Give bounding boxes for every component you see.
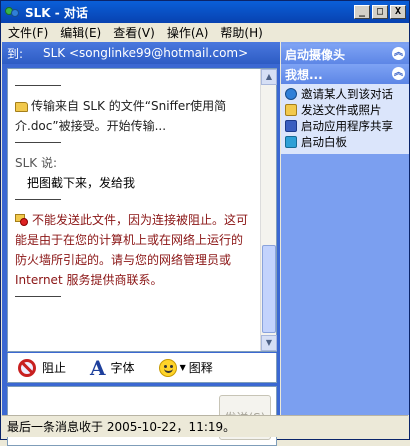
divider [15, 142, 61, 143]
speaker-name: SLK 说: [15, 156, 58, 170]
task-send-file[interactable]: 发送文件或照片 [285, 102, 409, 118]
menu-bar: 文件(F) 编辑(E) 查看(V) 操作(A) 帮助(H) [2, 23, 408, 42]
app-share-icon [285, 120, 297, 132]
task-label: 邀请某人到该对话 [301, 87, 393, 101]
scroll-down-button[interactable]: ▼ [261, 335, 277, 351]
send-file-icon [285, 104, 297, 116]
emoticons-label: 图释 [188, 361, 213, 375]
history-scrollbar[interactable]: ▲ ▼ [260, 69, 277, 351]
chevron-up-icon[interactable]: ︽ [392, 47, 405, 60]
divider [15, 85, 61, 86]
error-message: 不能发送此文件，因为连接被阻止。这可能是由于在您的计算机上或在网络上运行的防火墙… [15, 210, 254, 290]
file-transfer-message: 传输来自 SLK 的文件“Sniffer使用简介.doc”被接受。开始传输... [15, 96, 254, 136]
menu-actions[interactable]: 操作(A) [161, 24, 215, 41]
chat-message: 把图截下来，发给我 [27, 176, 136, 190]
task-invite[interactable]: 邀请某人到该对话 [285, 86, 409, 102]
i-want-to-label: 我想... [285, 67, 323, 82]
task-pane: 启动摄像头 ︽ 我想... ︽ 邀请某人到该对话 发送文件或照片 启动应用程序共… [281, 42, 409, 415]
invite-icon [285, 88, 297, 100]
divider [15, 199, 61, 200]
menu-help[interactable]: 帮助(H) [214, 24, 268, 41]
message-history[interactable]: 传输来自 SLK 的文件“Sniffer使用简介.doc”被接受。开始传输...… [7, 68, 277, 352]
start-camera-label: 启动摄像头 [285, 47, 346, 62]
font-icon: A [90, 355, 106, 380]
messenger-icon [5, 5, 21, 19]
close-button[interactable]: X [390, 5, 406, 19]
i-want-to-header[interactable]: 我想... ︽ [281, 64, 409, 84]
folder-icon [15, 102, 28, 112]
to-label: 到: [7, 46, 24, 61]
minimize-button[interactable]: _ [354, 5, 370, 19]
smiley-icon [158, 358, 177, 377]
block-button[interactable]: 阻止 [18, 358, 67, 377]
divider [15, 296, 61, 297]
emoticons-button[interactable]: ▼ 图释 [145, 358, 213, 377]
last-message-status: 最后一条消息收于 2005-10-22，11:19。 [7, 420, 236, 434]
task-app-share[interactable]: 启动应用程序共享 [285, 118, 409, 134]
formatting-toolbar: 阻止 A 字体 ▼ 图释 [7, 353, 277, 383]
start-camera-header[interactable]: 启动摄像头 ︽ [281, 44, 409, 64]
blocked-transfer-icon [15, 214, 29, 226]
file-transfer-text: 传输来自 SLK 的文件“Sniffer使用简介.doc”被接受。开始传输... [15, 99, 227, 133]
scroll-up-button[interactable]: ▲ [261, 69, 277, 85]
task-label: 启动应用程序共享 [301, 119, 393, 133]
conversation-pane: 到: SLK <songlinke99@hotmail.com> 传输来自 SL… [2, 42, 280, 446]
menu-edit[interactable]: 编辑(E) [54, 24, 107, 41]
font-label: 字体 [110, 361, 135, 375]
title-bar[interactable]: SLK - 对话 _ □ X [1, 1, 409, 23]
chevron-down-icon: ▼ [179, 363, 186, 372]
window-title: SLK - 对话 [25, 5, 88, 20]
maximize-button[interactable]: □ [372, 5, 388, 19]
menu-view[interactable]: 查看(V) [107, 24, 161, 41]
recipient-address[interactable]: SLK <songlinke99@hotmail.com> [43, 46, 248, 60]
chevron-up-icon[interactable]: ︽ [392, 67, 405, 80]
conversation-window: SLK - 对话 _ □ X 文件(F) 编辑(E) 查看(V) 操作(A) 帮… [0, 0, 410, 446]
font-button[interactable]: A 字体 [76, 356, 135, 380]
menu-file[interactable]: 文件(F) [2, 24, 54, 41]
task-label: 发送文件或照片 [301, 103, 382, 117]
task-whiteboard[interactable]: 启动白板 [285, 134, 409, 150]
block-label: 阻止 [42, 361, 67, 375]
status-bar: 最后一条消息收于 2005-10-22，11:19。 [2, 415, 408, 437]
scroll-thumb[interactable] [262, 245, 276, 333]
task-label: 启动白板 [301, 135, 347, 149]
error-text: 不能发送此文件，因为连接被阻止。这可能是由于在您的计算机上或在网络上运行的防火墙… [15, 213, 249, 287]
block-icon [18, 358, 36, 377]
task-list: 邀请某人到该对话 发送文件或照片 启动应用程序共享 启动白板 [281, 84, 409, 154]
whiteboard-icon [285, 136, 297, 148]
recipient-bar: 到: SLK <songlinke99@hotmail.com> [2, 42, 280, 64]
